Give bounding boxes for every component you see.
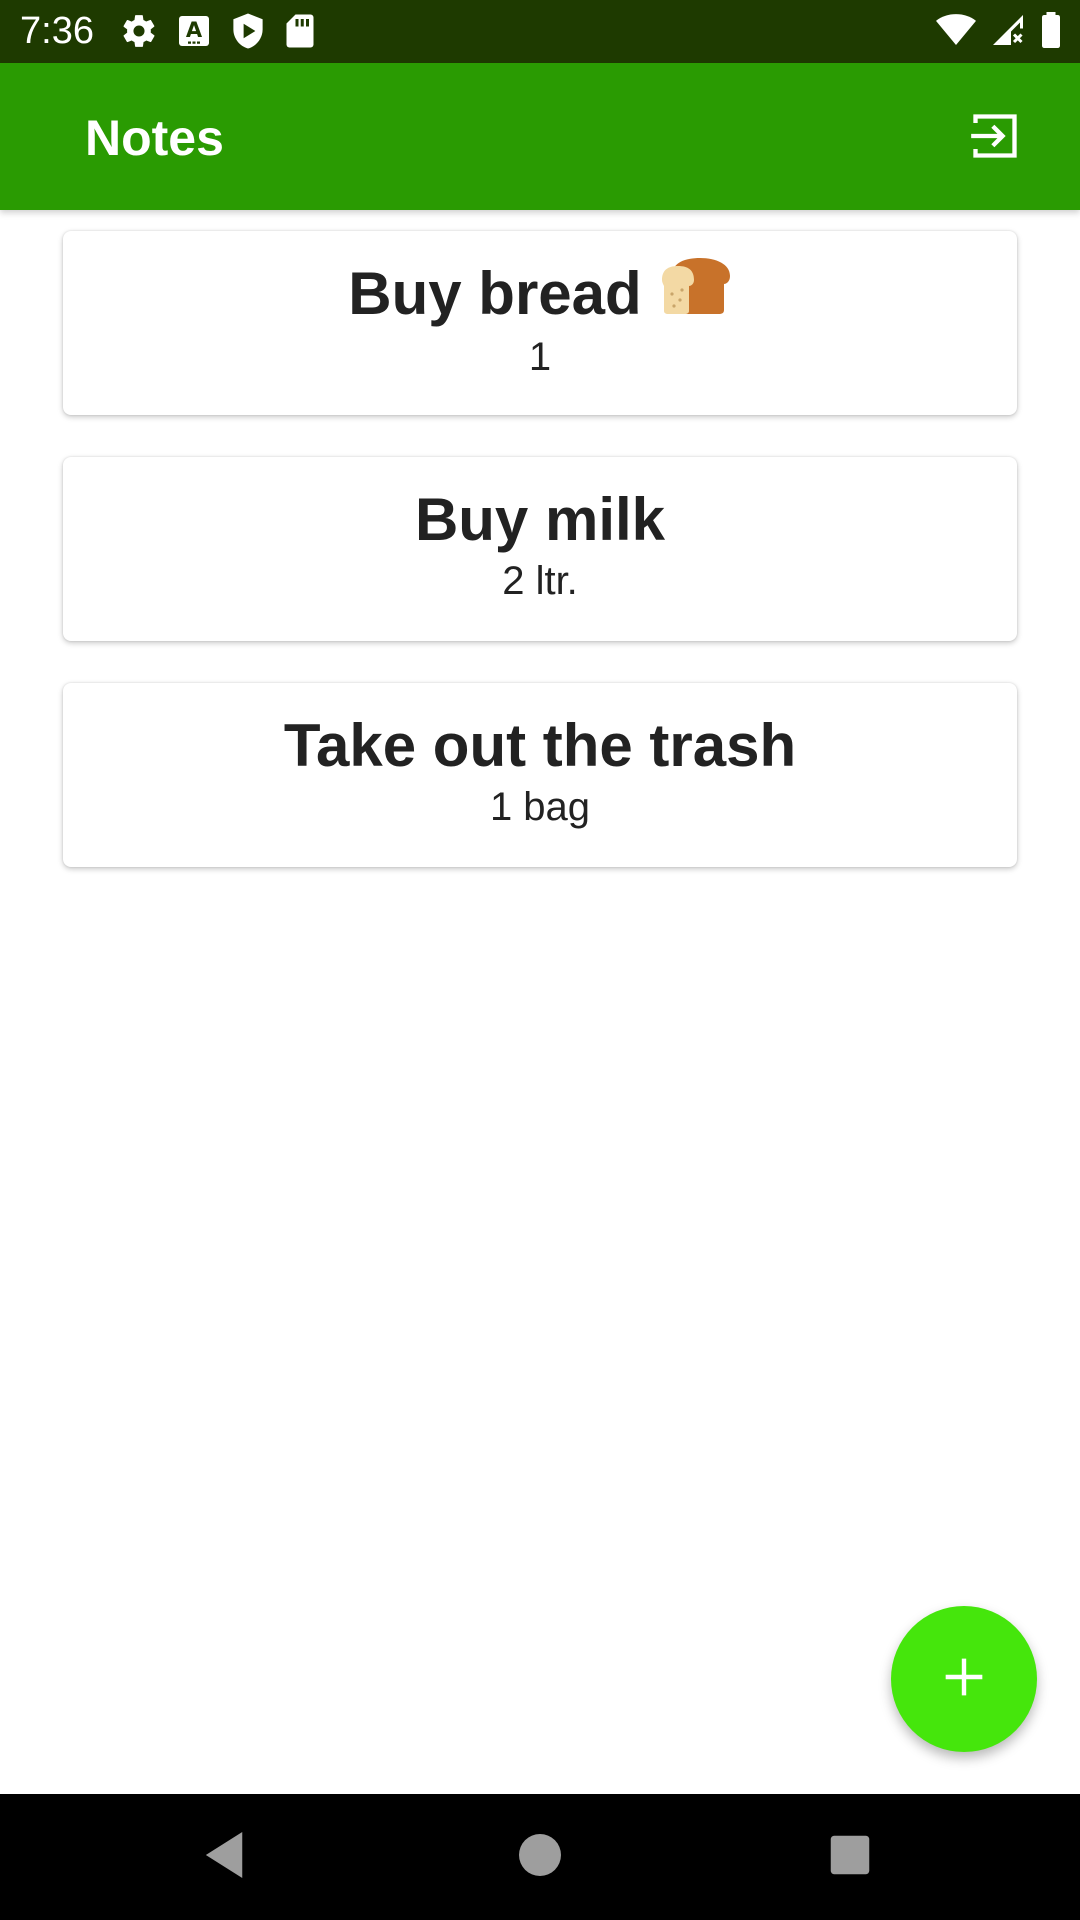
- home-icon: [519, 1833, 561, 1881]
- gear-icon: [120, 12, 158, 50]
- note-card[interactable]: Take out the trash 1 bag: [63, 683, 1017, 867]
- note-title-text: Buy milk: [414, 486, 666, 553]
- signal-icon: [990, 12, 1026, 48]
- notes-list: Buy bread 1 Buy milk 2 ltr. Take out the…: [63, 231, 1017, 909]
- battery-icon: [1040, 12, 1062, 48]
- note-subtitle: 1 bag: [489, 785, 591, 829]
- bread-icon: [660, 256, 732, 332]
- back-icon: [202, 1830, 248, 1885]
- note-title: Buy bread: [348, 256, 731, 332]
- status-right-icons: [936, 12, 1062, 48]
- plus-icon: [942, 1655, 986, 1704]
- home-button[interactable]: [507, 1824, 573, 1890]
- recents-icon: [829, 1834, 871, 1881]
- note-subtitle: 1: [528, 335, 552, 379]
- note-card[interactable]: Buy milk 2 ltr.: [63, 457, 1017, 641]
- note-card[interactable]: Buy bread 1: [63, 231, 1017, 415]
- app-title: Notes: [85, 110, 224, 166]
- nav-bar: [0, 1794, 1080, 1920]
- status-left-icons: A: [120, 12, 316, 50]
- note-title: Take out the trash: [284, 710, 796, 782]
- play-shield-icon: [230, 12, 266, 50]
- recents-button[interactable]: [817, 1824, 883, 1890]
- note-subtitle: 2 ltr.: [502, 559, 578, 603]
- back-button[interactable]: [192, 1824, 258, 1890]
- logout-icon: [969, 110, 1021, 167]
- wifi-icon: [936, 12, 976, 48]
- svg-text:A: A: [186, 18, 203, 42]
- note-title: Buy milk: [415, 484, 665, 556]
- sd-card-icon: [284, 13, 316, 49]
- add-note-button[interactable]: [891, 1606, 1037, 1752]
- note-title-text: Buy bread: [348, 260, 642, 327]
- a-badge-icon: A: [176, 13, 212, 49]
- app-bar: Notes: [0, 63, 1080, 210]
- status-bar: 7:36 A: [0, 0, 1080, 63]
- note-title-text: Take out the trash: [283, 712, 797, 779]
- logout-button[interactable]: [960, 103, 1030, 173]
- screen: 7:36 A Notes Buy bread 1 Buy milk 2 ltr.…: [0, 0, 1080, 1920]
- status-time: 7:36: [20, 10, 94, 52]
